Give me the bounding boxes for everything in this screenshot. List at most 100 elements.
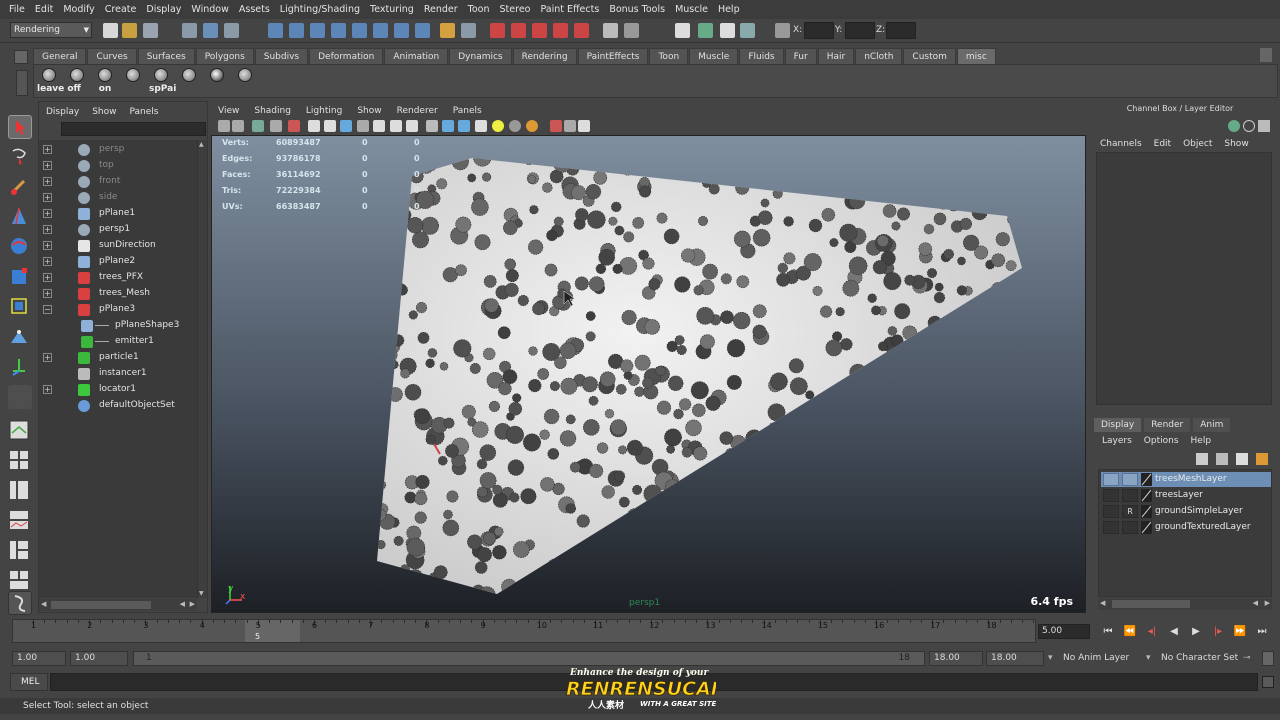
outliner-item-sundirection[interactable]: + sunDirection: [39, 238, 197, 254]
step-back-icon[interactable]: ⏪: [1122, 625, 1138, 639]
layer-color-swatch[interactable]: [1141, 521, 1152, 534]
scroll-left-icon[interactable]: ◀: [41, 600, 46, 608]
transform-mode-icon[interactable]: [775, 23, 790, 38]
layer-row-groundsimplelayer[interactable]: RgroundSimpleLayer: [1101, 504, 1271, 519]
graph-layout-icon[interactable]: [8, 509, 32, 533]
single-pane-layout-icon[interactable]: [8, 419, 32, 443]
shelf-button-7[interactable]: [205, 67, 229, 97]
outliner-item-locator1[interactable]: + locator1: [39, 382, 197, 398]
shelf-tab-custom[interactable]: Custom: [903, 48, 956, 65]
snap-surface-icon[interactable]: [352, 23, 367, 38]
current-frame-marker[interactable]: 5: [245, 620, 300, 642]
menu-muscle[interactable]: Muscle: [670, 4, 713, 15]
shelf-tab-deformation[interactable]: Deformation: [309, 48, 384, 65]
new-empty-layer-icon[interactable]: [1236, 453, 1248, 465]
layer-color-swatch[interactable]: [1141, 473, 1152, 486]
scroll-right-icon[interactable]: ▶: [1265, 599, 1270, 607]
shelf-tab-fur[interactable]: Fur: [784, 48, 817, 65]
layer-color-swatch[interactable]: [1141, 505, 1152, 518]
outliner-item-pplane2[interactable]: + pPlane2: [39, 254, 197, 270]
menu-edit[interactable]: Edit: [30, 4, 58, 15]
outliner-item-emitter1[interactable]: emitter1: [39, 334, 197, 350]
shelf-tab-misc[interactable]: misc: [956, 48, 996, 65]
layer-visibility-toggle[interactable]: [1103, 473, 1119, 486]
expand-icon[interactable]: +: [43, 273, 52, 282]
shelf-tab-rendering[interactable]: Rendering: [512, 48, 577, 65]
perspective-viewport[interactable]: Verts: 60893487 0 0 Edges: 93786178 0 0 Faces: 36…: [211, 135, 1086, 613]
shelf-tab-curves[interactable]: Curves: [87, 48, 137, 65]
select-tool-icon[interactable]: [8, 115, 32, 139]
menu-texturing[interactable]: Texturing: [365, 4, 419, 15]
menu-assets[interactable]: Assets: [234, 4, 275, 15]
layer-menu-options[interactable]: Options: [1138, 436, 1185, 446]
hypershade-layout-icon[interactable]: [8, 539, 32, 563]
menu-bonus-tools[interactable]: Bonus Tools: [604, 4, 670, 15]
attribute-editor-icon[interactable]: [698, 23, 713, 38]
playback-end-field[interactable]: 18.00: [929, 651, 983, 666]
film-gate-icon[interactable]: [324, 120, 336, 132]
outliner-item-pplane3[interactable]: − pPlane3: [39, 302, 197, 318]
layer-menu-help[interactable]: Help: [1185, 436, 1218, 446]
outliner-item-top[interactable]: + top: [39, 158, 197, 174]
channel-box-menu-edit[interactable]: Edit: [1148, 139, 1177, 149]
move-layer-down-icon[interactable]: [1216, 453, 1228, 465]
outliner-horizontal-scrollbar[interactable]: ◀ ◀ ▶: [39, 599, 197, 611]
shelf-button-leave-off[interactable]: leave off: [37, 67, 81, 97]
last-tool-icon[interactable]: [8, 385, 32, 409]
move-layer-up-icon[interactable]: [1196, 453, 1208, 465]
expand-icon[interactable]: +: [43, 145, 52, 154]
outliner-item-front[interactable]: + front: [39, 174, 197, 190]
use-all-lights-icon[interactable]: [492, 120, 504, 132]
channel-box-menu-channels[interactable]: Channels: [1094, 139, 1148, 149]
tool-settings-toggle-icon[interactable]: [1243, 120, 1255, 132]
expand-icon[interactable]: +: [43, 177, 52, 186]
mel-toggle[interactable]: MEL: [10, 673, 48, 691]
resolution-gate-icon[interactable]: [340, 120, 352, 132]
layer-row-treeslayer[interactable]: treesLayer: [1101, 488, 1271, 503]
select-component-icon[interactable]: [224, 23, 239, 38]
textured-icon[interactable]: [475, 120, 487, 132]
shelf-button-8[interactable]: [233, 67, 257, 97]
viewport-menu-lighting[interactable]: Lighting: [298, 106, 349, 116]
expand-icon[interactable]: +: [43, 161, 52, 170]
outliner-vertical-scrollbar[interactable]: ▲ ▼: [197, 140, 207, 598]
outliner-item-pplaneshape3[interactable]: pPlaneShape3: [39, 318, 197, 334]
scroll-up-icon[interactable]: ▲: [199, 141, 206, 148]
shelf-tab-general[interactable]: General: [33, 48, 87, 65]
bookmark-icon[interactable]: [252, 120, 264, 132]
paint-select-tool-icon[interactable]: [8, 175, 32, 199]
layer-tab-display[interactable]: Display: [1094, 418, 1142, 432]
tool-settings-icon[interactable]: [720, 23, 735, 38]
menu-window[interactable]: Window: [186, 4, 233, 15]
scroll-left-end-icon[interactable]: ◀: [180, 600, 185, 608]
layer-list-scrollbar[interactable]: ◀ ◀ ▶: [1098, 598, 1272, 610]
outliner-item-trees-mesh[interactable]: + trees_Mesh: [39, 286, 197, 302]
outliner-item-particle1[interactable]: + particle1: [39, 350, 197, 366]
shelf-tab-fluids[interactable]: Fluids: [739, 48, 784, 65]
shelf-tab-painteffects[interactable]: PaintEffects: [577, 48, 649, 65]
anim-layer-chevron-icon[interactable]: ▾: [1048, 653, 1053, 663]
step-back-key-icon[interactable]: ◂|: [1144, 625, 1160, 639]
shelf-tab-animation[interactable]: Animation: [384, 48, 449, 65]
render-view-icon[interactable]: [574, 23, 589, 38]
new-layer-selected-icon[interactable]: [1256, 453, 1268, 465]
expand-icon[interactable]: +: [43, 225, 52, 234]
shelf-tab-polygons[interactable]: Polygons: [195, 48, 254, 65]
snap-grid-icon[interactable]: [268, 23, 283, 38]
viewport-menu-renderer[interactable]: Renderer: [389, 106, 445, 116]
start-time-field[interactable]: 1.00: [12, 651, 66, 666]
outliner-item-defaultobjectset[interactable]: defaultObjectSet: [39, 398, 197, 414]
snap-point-icon[interactable]: [310, 23, 325, 38]
shadows-icon[interactable]: [509, 120, 521, 132]
lasso-icon[interactable]: [624, 23, 639, 38]
menu-file[interactable]: File: [4, 4, 30, 15]
lock-icon[interactable]: [440, 23, 455, 38]
play-backwards-icon[interactable]: ◀: [1166, 625, 1182, 639]
outliner-layout-icon[interactable]: [8, 479, 32, 503]
scroll-thumb[interactable]: [51, 601, 151, 609]
collapse-icon[interactable]: −: [43, 305, 52, 314]
field-chart-icon[interactable]: [373, 120, 385, 132]
expand-icon[interactable]: +: [43, 289, 52, 298]
layer-display-type-toggle[interactable]: [1122, 521, 1138, 534]
menu-set-select[interactable]: Rendering ▼: [10, 22, 92, 38]
